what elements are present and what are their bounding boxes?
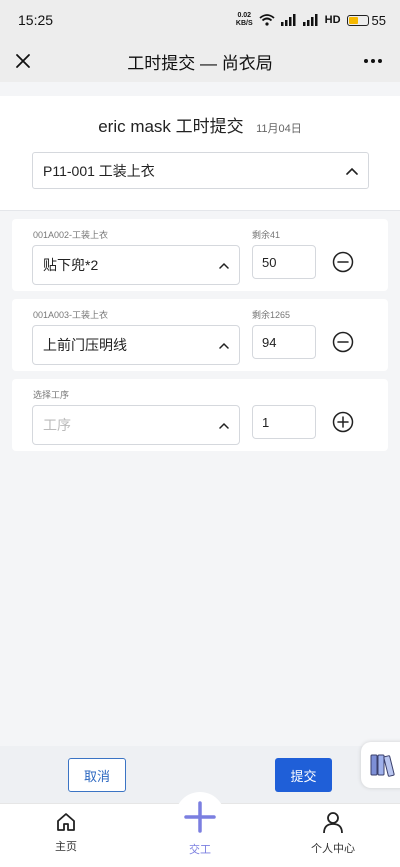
- signal-icon: [302, 14, 318, 26]
- process-select-value: 上前门压明线: [43, 337, 127, 353]
- plus-icon: [184, 801, 216, 833]
- chevron-up-icon: [219, 422, 229, 429]
- net-speed-unit: KB/S: [235, 20, 253, 27]
- status-bar: 15:25 0.02 KB/S HD 55: [0, 0, 400, 40]
- battery-icon: [346, 14, 369, 26]
- process-select[interactable]: 上前门压明线: [32, 325, 240, 365]
- minus-circle-icon[interactable]: [332, 251, 354, 273]
- hd-label: HD: [324, 14, 341, 26]
- worker-title: eric mask 工时提交: [98, 117, 244, 136]
- home-icon: [57, 813, 75, 831]
- tab-profile[interactable]: 个人中心: [293, 812, 373, 856]
- remaining-count: 剩余1265: [252, 310, 291, 320]
- quantity-input[interactable]: [252, 245, 316, 279]
- wifi-icon: [259, 14, 275, 26]
- page-title: 工时提交 — 尚衣局: [127, 53, 273, 73]
- net-speed-value: 0.02: [237, 12, 252, 19]
- net-speed: 0.02 KB/S: [236, 12, 253, 28]
- chevron-up-icon: [219, 262, 229, 269]
- more-dots-icon: [364, 59, 382, 63]
- status-indicators: 0.02 KB/S HD 55: [236, 12, 386, 28]
- chevron-up-icon: [346, 167, 358, 175]
- chevron-up-icon: [219, 342, 229, 349]
- minus-circle-icon[interactable]: [332, 331, 354, 353]
- process-code-label: 001A003-工装上衣: [33, 310, 109, 320]
- process-code-label: 001A002-工装上衣: [33, 230, 109, 240]
- process-card: 001A003-工装上衣 剩余1265 上前门压明线: [12, 299, 388, 371]
- remaining-count: 剩余41: [252, 230, 281, 240]
- close-button[interactable]: [10, 48, 36, 74]
- signal-icon: [280, 14, 296, 26]
- tab-home[interactable]: 主页: [26, 812, 106, 854]
- tab-home-label: 主页: [55, 841, 77, 853]
- status-time: 15:25: [18, 12, 54, 28]
- title-bar: 工时提交 — 尚衣局: [0, 40, 400, 82]
- tab-submit-work[interactable]: [175, 792, 225, 842]
- process-card: 001A002-工装上衣 剩余41 贴下兜*2: [12, 219, 388, 291]
- new-process-card: 选择工序 工序: [12, 379, 388, 451]
- submit-date: 11月04日: [256, 123, 302, 135]
- cancel-button[interactable]: 取消: [68, 758, 126, 792]
- header-card: eric mask 工时提交 11月04日 P11-001 工装上衣: [0, 96, 400, 211]
- battery: 55: [346, 12, 386, 28]
- floating-books-button[interactable]: [361, 742, 400, 788]
- user-icon: [323, 812, 343, 834]
- more-button[interactable]: [360, 48, 386, 74]
- tab-submit-work-label[interactable]: 交工: [170, 841, 230, 857]
- plus-circle-icon[interactable]: [332, 411, 354, 433]
- close-icon: [16, 54, 30, 68]
- books-icon: [370, 754, 395, 777]
- process-select[interactable]: 工序: [32, 405, 240, 445]
- header-title: eric mask 工时提交 11月04日: [0, 112, 400, 137]
- tab-profile-label: 个人中心: [311, 843, 355, 855]
- submit-button[interactable]: 提交: [275, 758, 332, 792]
- process-select[interactable]: 贴下兜*2: [32, 245, 240, 285]
- quantity-input[interactable]: [252, 405, 316, 439]
- process-select-value: 贴下兜*2: [43, 257, 99, 273]
- order-select-value: P11-001 工装上衣: [43, 162, 155, 179]
- process-select-placeholder: 工序: [43, 417, 71, 433]
- order-select[interactable]: P11-001 工装上衣: [32, 152, 369, 189]
- tab-bar: 主页 交工 个人中心: [0, 792, 400, 867]
- battery-level: 55: [371, 12, 386, 28]
- select-process-label: 选择工序: [33, 390, 70, 400]
- quantity-input[interactable]: [252, 325, 316, 359]
